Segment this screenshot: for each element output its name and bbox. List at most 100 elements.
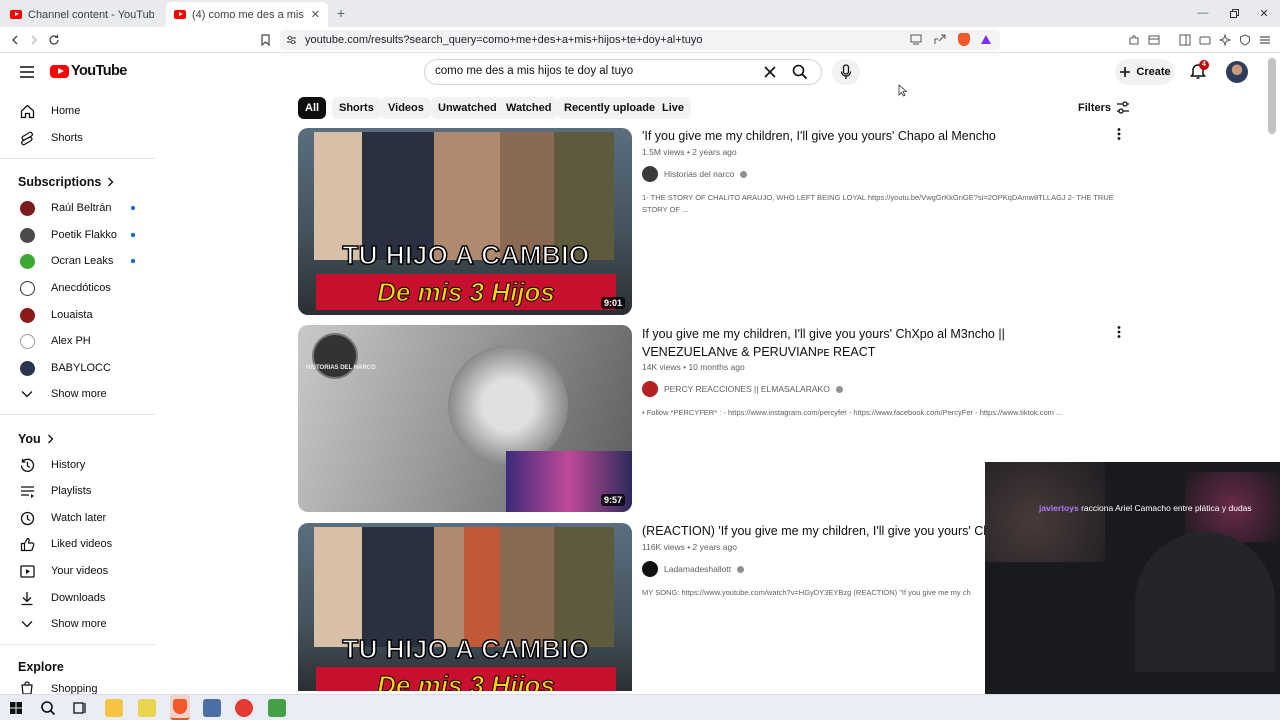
sidebar-item-playlists[interactable]: Playlists bbox=[10, 478, 155, 504]
you-title: You bbox=[18, 432, 41, 446]
forward-icon[interactable] bbox=[27, 32, 41, 48]
voice-search-icon[interactable] bbox=[832, 59, 860, 85]
chip-videos[interactable]: Videos bbox=[381, 97, 431, 119]
sidebar-item-shorts[interactable]: Shorts bbox=[10, 125, 155, 151]
sidebar-icon[interactable] bbox=[1178, 33, 1191, 46]
site-settings-icon[interactable] bbox=[286, 35, 297, 45]
bookmark-icon[interactable] bbox=[258, 32, 272, 48]
sidebar-show-more[interactable]: Show more bbox=[10, 381, 155, 407]
video-description: • Follow *PERCYFER* : - https://www.inst… bbox=[642, 408, 1063, 417]
taskbar-search-icon[interactable] bbox=[39, 699, 57, 717]
chip-unwatched[interactable]: Unwatched bbox=[431, 97, 504, 119]
close-tab-icon[interactable]: ✕ bbox=[311, 8, 320, 21]
video-meta: 14K views • 10 months ago bbox=[642, 362, 745, 372]
task-view-icon[interactable] bbox=[71, 699, 89, 717]
page-scrollbar[interactable] bbox=[1268, 58, 1276, 134]
channel-link[interactable]: Historias del narco bbox=[642, 166, 748, 182]
create-button[interactable]: Create bbox=[1115, 59, 1175, 85]
restore-icon[interactable] bbox=[1227, 6, 1241, 20]
video-title[interactable]: 'If you give me my children, I'll give y… bbox=[642, 128, 1102, 146]
cast-icon[interactable] bbox=[910, 34, 922, 45]
wallet-alt-icon[interactable] bbox=[1198, 33, 1211, 46]
notifications-button[interactable]: 4 bbox=[1189, 60, 1209, 82]
chip-all[interactable]: All bbox=[298, 97, 327, 119]
sidebar-item-label: Show more bbox=[51, 618, 107, 630]
video-thumbnail[interactable]: TU HIJO A CAMBIO De mis 3 Hijos 9:01 bbox=[298, 128, 632, 315]
sidebar-item-louaista[interactable]: Louaista bbox=[10, 302, 155, 328]
sidebar-item-your-videos[interactable]: Your videos bbox=[10, 558, 155, 584]
video-thumbnail[interactable]: HISTORIAS DEL NARCO 9:57 bbox=[298, 325, 632, 512]
search-input[interactable]: como me des a mis hijos te doy al tuyo bbox=[424, 59, 822, 85]
search-icon[interactable] bbox=[792, 64, 808, 80]
url-text: youtube.com/results?search_query=como+me… bbox=[305, 34, 703, 46]
channel-avatar bbox=[642, 166, 658, 182]
sidebar-item-anecdoticos[interactable]: Anecdóticos bbox=[10, 275, 155, 301]
wallet-icon[interactable] bbox=[1147, 33, 1160, 46]
new-tab-icon[interactable]: + bbox=[334, 5, 348, 21]
close-window-icon[interactable]: ✕ bbox=[1257, 6, 1271, 20]
guide-menu-icon[interactable] bbox=[17, 63, 37, 81]
share-icon[interactable] bbox=[934, 34, 946, 45]
file-explorer-icon[interactable] bbox=[105, 699, 123, 717]
more-actions-icon[interactable] bbox=[1112, 325, 1126, 339]
sidebar-item-shopping[interactable]: Shopping bbox=[10, 678, 155, 694]
vpn-icon[interactable] bbox=[1238, 33, 1251, 46]
menu-icon[interactable] bbox=[1258, 33, 1271, 46]
avatar[interactable] bbox=[1226, 61, 1248, 83]
brave-shields-icon[interactable] bbox=[958, 33, 970, 46]
sidebar-item-poetik-flakko[interactable]: Poetik Flakko bbox=[10, 222, 155, 248]
filters-button[interactable]: Filters bbox=[1078, 101, 1130, 114]
clear-search-icon[interactable] bbox=[764, 66, 776, 78]
video-title[interactable]: If you give me my children, I'll give yo… bbox=[642, 326, 1102, 361]
verified-icon bbox=[740, 170, 748, 178]
app-icon[interactable] bbox=[235, 699, 253, 717]
channel-link[interactable]: PERCY REACCIONES || ELMASALARAKO bbox=[642, 381, 843, 397]
sidebar-item-history[interactable]: History bbox=[10, 452, 155, 478]
sidebar-item-watch-later[interactable]: Watch later bbox=[10, 505, 155, 531]
app-icon[interactable] bbox=[203, 699, 221, 717]
chevron-right-icon bbox=[107, 177, 114, 187]
download-icon bbox=[12, 591, 42, 606]
chip-shorts[interactable]: Shorts bbox=[332, 97, 381, 119]
you-heading[interactable]: You bbox=[18, 432, 54, 446]
sidebar-item-home[interactable]: Home bbox=[10, 98, 155, 124]
video-meta: 116K views • 2 years ago bbox=[642, 542, 737, 552]
minimize-icon[interactable]: — bbox=[1196, 6, 1210, 20]
channel-avatar bbox=[19, 200, 35, 216]
windows-start-icon[interactable] bbox=[7, 699, 25, 717]
address-field[interactable]: youtube.com/results?search_query=como+me… bbox=[280, 30, 1000, 50]
video-thumbnail[interactable]: TU HIJO A CAMBIO De mis 3 Hijos bbox=[298, 523, 632, 691]
tab-search-results[interactable]: (4) como me des a mis hijos te d ✕ bbox=[166, 2, 328, 27]
video-title[interactable]: (REACTION) 'If you give me my children, … bbox=[642, 523, 985, 541]
app-icon[interactable] bbox=[138, 699, 156, 717]
sidebar-item-liked-videos[interactable]: Liked videos bbox=[10, 531, 155, 557]
sidebar-item-alex-ph[interactable]: Alex PH bbox=[10, 328, 155, 354]
sidebar-item-ocran-leaks[interactable]: Ocran Leaks bbox=[10, 248, 155, 274]
sidebar-item-babylocc[interactable]: BABYLOCC bbox=[10, 355, 155, 381]
more-actions-icon[interactable] bbox=[1112, 127, 1126, 141]
chip-watched[interactable]: Watched bbox=[499, 97, 559, 119]
tab-youtube-studio[interactable]: Channel content - YouTube Studio bbox=[2, 2, 162, 27]
extensions-icon[interactable] bbox=[1127, 33, 1140, 46]
thumbnail-caption: TU HIJO A CAMBIO bbox=[342, 239, 590, 271]
channel-name: PERCY REACCIONES || ELMASALARAKO bbox=[664, 384, 830, 394]
video-meta: 1.5M views • 2 years ago bbox=[642, 147, 737, 157]
chip-live[interactable]: Live bbox=[655, 97, 692, 119]
subscriptions-heading[interactable]: Subscriptions bbox=[18, 175, 114, 189]
chip-recently-uploaded[interactable]: Recently uploaded bbox=[557, 97, 669, 119]
sidebar-item-downloads[interactable]: Downloads bbox=[10, 585, 155, 611]
leo-ai-icon[interactable] bbox=[1218, 33, 1231, 46]
channel-link[interactable]: Ladamadeshallott bbox=[642, 561, 745, 577]
chevron-down-icon bbox=[12, 620, 42, 628]
brave-browser-icon[interactable] bbox=[170, 695, 190, 720]
back-icon[interactable] bbox=[8, 32, 22, 48]
sidebar-show-more-you[interactable]: Show more bbox=[10, 611, 155, 637]
chat-message: javiertoys racciona Ariel Camacho entre … bbox=[1039, 503, 1252, 513]
brave-rewards-icon[interactable] bbox=[980, 34, 992, 45]
sidebar-item-raul-beltran[interactable]: Raúl Beltrán bbox=[10, 195, 155, 221]
mouse-cursor-icon bbox=[898, 84, 907, 97]
sidebar-item-label: Louaista bbox=[51, 309, 93, 321]
verified-icon bbox=[737, 565, 745, 573]
app-icon[interactable] bbox=[268, 699, 286, 717]
reload-icon[interactable] bbox=[47, 32, 61, 48]
